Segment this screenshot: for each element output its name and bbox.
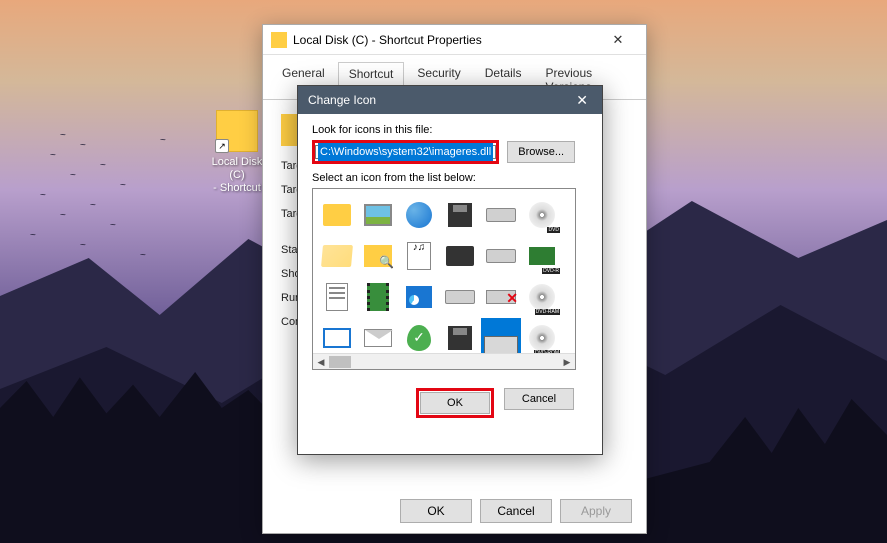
icon-option-film[interactable]: [358, 277, 398, 317]
cancel-button[interactable]: Cancel: [504, 388, 574, 410]
icon-option-chart[interactable]: [399, 277, 439, 317]
folder-icon: ↗: [216, 110, 258, 152]
change-icon-dialog: Change Icon ✕ Look for icons in this fil…: [297, 85, 603, 455]
icon-option-text[interactable]: [317, 277, 357, 317]
icon-option-folder-open[interactable]: [317, 236, 357, 276]
scroll-left-icon[interactable]: ◀: [313, 354, 329, 370]
shortcut-arrow-icon: ↗: [215, 139, 229, 153]
scroll-right-icon[interactable]: ▶: [559, 354, 575, 370]
icon-option-folder[interactable]: [317, 195, 357, 235]
desktop-shortcut[interactable]: ↗ Local Disk (C) - Shortcut: [203, 110, 271, 195]
icon-option-floppy[interactable]: [440, 195, 480, 235]
close-button[interactable]: ✕: [598, 26, 638, 54]
icon-option-printer[interactable]: [440, 236, 480, 276]
icon-option-music[interactable]: ♪♫: [399, 236, 439, 276]
icon-option-picture[interactable]: [358, 195, 398, 235]
scroll-track[interactable]: [329, 354, 559, 370]
icon-option-chip[interactable]: DVD-R: [522, 236, 562, 276]
icon-path-value: C:\Windows\system32\imageres.dll: [318, 143, 493, 161]
icon-option-floppy-2[interactable]: [440, 318, 480, 358]
icon-option-dvd-ram[interactable]: DVD-RAM: [522, 277, 562, 317]
horizontal-scrollbar[interactable]: ◀ ▶: [313, 353, 575, 369]
ok-button[interactable]: OK: [400, 499, 472, 523]
folder-icon: [271, 32, 287, 48]
icon-option-mail[interactable]: [358, 318, 398, 358]
annotation-highlight: C:\Windows\system32\imageres.dll: [312, 140, 499, 164]
icon-option-drive[interactable]: [481, 195, 521, 235]
icon-option-dvd-rom[interactable]: DVD-ROM: [522, 318, 562, 358]
look-for-icons-label: Look for icons in this file:: [312, 124, 588, 136]
icon-option-drive-x[interactable]: [481, 277, 521, 317]
ok-button[interactable]: OK: [420, 392, 490, 414]
icon-option-shield[interactable]: ✓: [399, 318, 439, 358]
icon-option-globe[interactable]: [399, 195, 439, 235]
icon-option-search-folder[interactable]: [358, 236, 398, 276]
close-button[interactable]: ✕: [572, 92, 592, 109]
properties-titlebar[interactable]: Local Disk (C) - Shortcut Properties ✕: [263, 25, 646, 55]
icon-path-input[interactable]: C:\Windows\system32\imageres.dll: [315, 145, 496, 159]
change-icon-titlebar[interactable]: Change Icon ✕: [298, 86, 602, 114]
apply-button: Apply: [560, 499, 632, 523]
change-icon-title: Change Icon: [308, 93, 376, 107]
desktop-shortcut-label: Local Disk (C) - Shortcut: [203, 156, 271, 195]
icon-option-drive-2[interactable]: [481, 236, 521, 276]
select-icon-label: Select an icon from the list below:: [312, 172, 588, 184]
icon-option-drive-3[interactable]: [440, 277, 480, 317]
icon-list: DVD ♪♫ DVD-R DVD-RAM ✓ DVD-ROM: [312, 188, 576, 370]
properties-title: Local Disk (C) - Shortcut Properties: [293, 33, 598, 47]
scroll-thumb[interactable]: [329, 356, 351, 368]
icon-option-drive-selected[interactable]: [481, 318, 521, 358]
icon-option-screen[interactable]: [317, 318, 357, 358]
browse-button[interactable]: Browse...: [507, 141, 575, 163]
annotation-highlight: OK: [416, 388, 494, 418]
cancel-button[interactable]: Cancel: [480, 499, 552, 523]
icon-option-dvd[interactable]: DVD: [522, 195, 562, 235]
